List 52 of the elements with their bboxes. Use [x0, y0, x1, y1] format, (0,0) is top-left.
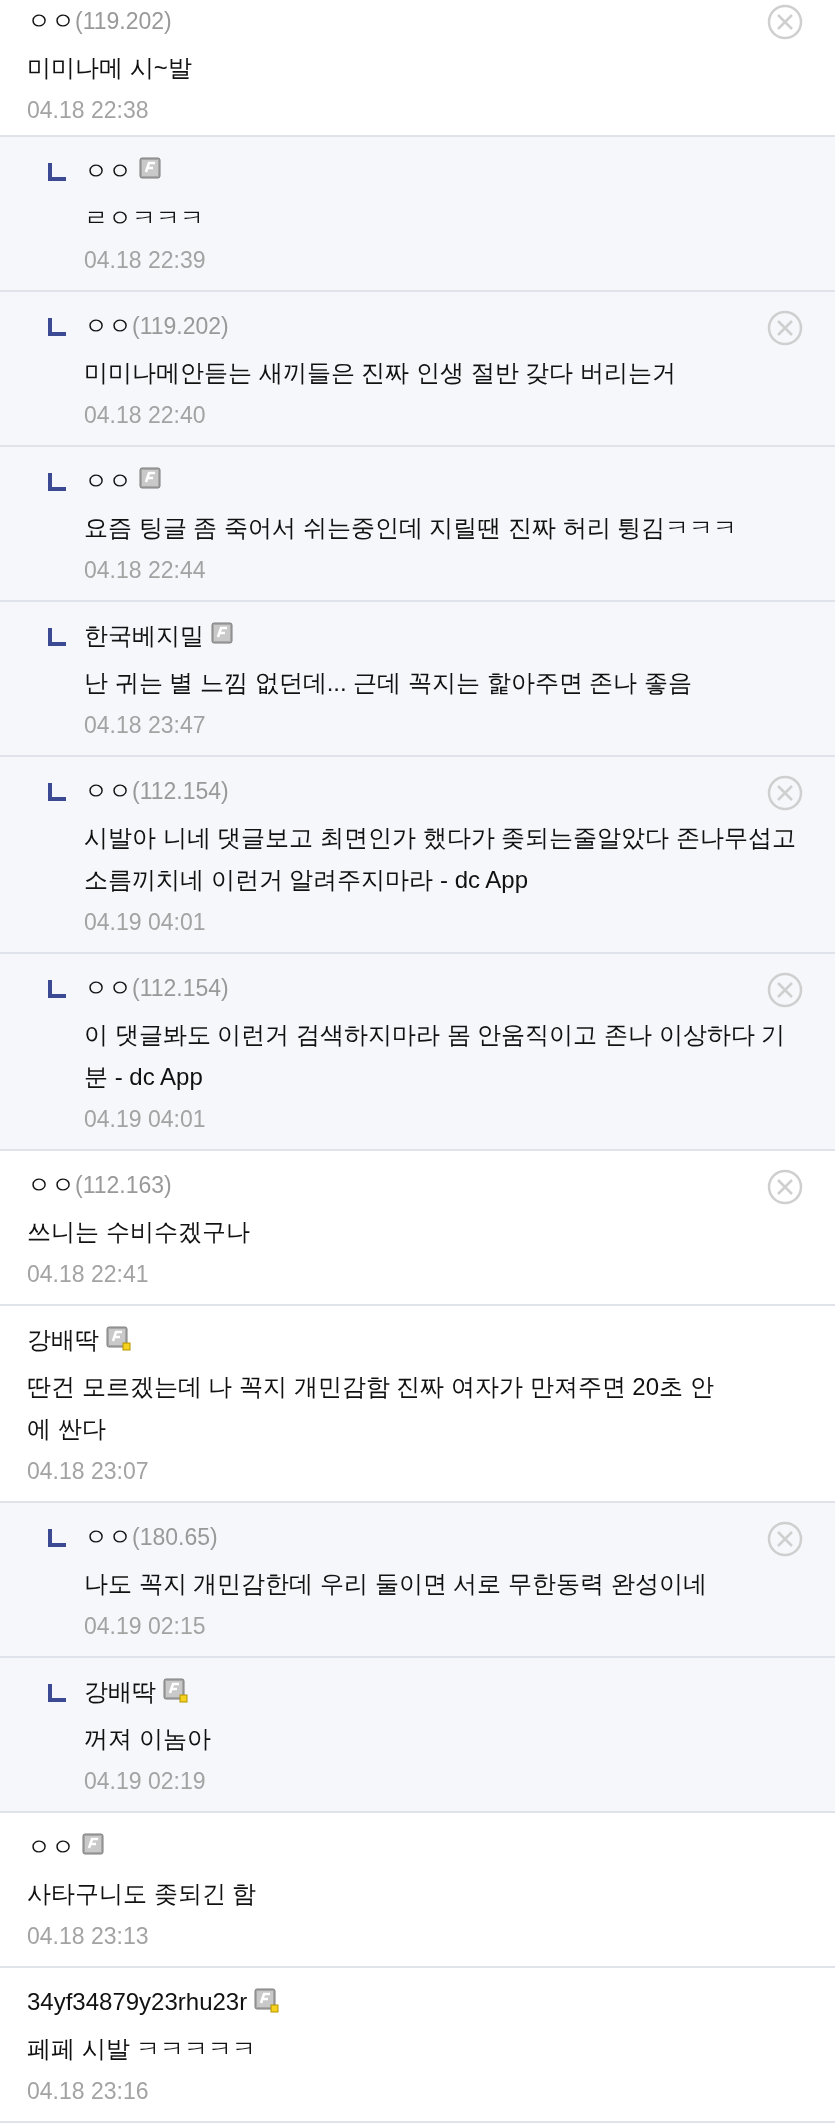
comment-text: 꺼져 이놈아 — [84, 1724, 212, 1754]
ip-address: (119.202) — [132, 311, 229, 341]
comment-date: 04.18 23:47 — [84, 710, 206, 740]
author-name[interactable]: 강배딱 — [27, 1322, 99, 1358]
comment-text: ㄹㅇㅋㅋㅋ — [84, 203, 205, 233]
ip-address: (112.154) — [132, 973, 229, 1003]
comment-date: 04.18 23:13 — [27, 1921, 149, 1951]
comment-text: 난 귀는 별 느낌 없던데... 근데 꼭지는 핥아주면 존나 좋음 — [84, 668, 693, 698]
gallog-icon[interactable] — [163, 1677, 188, 1703]
comment-date: 04.19 04:01 — [84, 1104, 206, 1134]
comment-text: 요즘 팅글 좀 죽어서 쉬는중인데 지릴땐 진짜 허리 튕김ㅋㅋㅋ — [84, 513, 739, 543]
gallog-icon[interactable] — [82, 1832, 107, 1858]
comment-date: 04.19 02:15 — [84, 1611, 206, 1641]
author-name[interactable]: ㅇㅇ — [27, 1829, 75, 1865]
comment-text: 페페 시발 ㅋㅋㅋㅋㅋ — [27, 2034, 258, 2064]
author-name[interactable]: ㅇㅇ — [84, 153, 132, 189]
comment-text: 나도 꼭지 개민감한데 우리 둘이면 서로 무한동력 완성이네 — [84, 1569, 708, 1599]
ip-address: (112.154) — [132, 776, 229, 806]
comment-date: 04.18 23:16 — [27, 2076, 149, 2106]
author-name[interactable]: 34yf34879y23rhu23r — [27, 1984, 248, 2020]
comment-text: 시발아 니네 댓글보고 최면인가 했다가 좆되는줄알았다 존나무섭고 소름끼치네 이런거 알려주지마라 - dc App — [84, 823, 797, 895]
gallog-icon[interactable] — [139, 466, 164, 492]
author-name[interactable]: ㅇㅇ — [84, 970, 132, 1006]
comment-date: 04.18 22:38 — [27, 95, 149, 125]
comment-date: 04.18 22:40 — [84, 400, 206, 430]
comment-text: 딴건 모르겠는데 나 꼭지 개민감함 진짜 여자가 만져주면 20초 안에 싼다 — [27, 1372, 715, 1444]
comment-date: 04.19 04:01 — [84, 907, 206, 937]
ip-address: (112.163) — [75, 1170, 172, 1200]
comment-date: 04.19 02:19 — [84, 1766, 206, 1796]
comment-text: 미미나메 시~발 — [27, 53, 193, 83]
comment-text: 사타구니도 좆되긴 함 — [27, 1879, 258, 1909]
gallog-icon[interactable] — [211, 621, 236, 647]
gallog-icon[interactable] — [106, 1325, 131, 1351]
author-name[interactable]: 강배딱 — [84, 1674, 156, 1710]
ip-address: (119.202) — [75, 6, 172, 36]
gallog-icon[interactable] — [139, 156, 164, 182]
gallog-icon[interactable] — [254, 1987, 280, 2013]
comment-text: 쓰니는 수비수겠구나 — [27, 1217, 251, 1247]
author-name[interactable]: ㅇㅇ — [27, 1167, 75, 1203]
comment-date: 04.18 22:39 — [84, 245, 206, 275]
comment-date: 04.18 22:41 — [27, 1259, 149, 1289]
author-name[interactable]: ㅇㅇ — [84, 1519, 132, 1555]
comment-date: 04.18 22:44 — [84, 555, 206, 585]
author-name[interactable]: 한국베지밀 — [84, 618, 204, 654]
comment-text: 미미나메안듣는 새끼들은 진짜 인생 절반 갖다 버리는거 — [84, 358, 677, 388]
author-name[interactable]: ㅇㅇ — [27, 3, 75, 39]
author-name[interactable]: ㅇㅇ — [84, 773, 132, 809]
comment-text: 이 댓글봐도 이런거 검색하지마라 몸 안움직이고 존나 이상하다 기분 - dc App — [84, 1020, 787, 1092]
author-name[interactable]: ㅇㅇ — [84, 463, 132, 499]
author-name[interactable]: ㅇㅇ — [84, 308, 132, 344]
comment-date: 04.18 23:07 — [27, 1456, 149, 1486]
ip-address: (180.65) — [132, 1522, 218, 1552]
